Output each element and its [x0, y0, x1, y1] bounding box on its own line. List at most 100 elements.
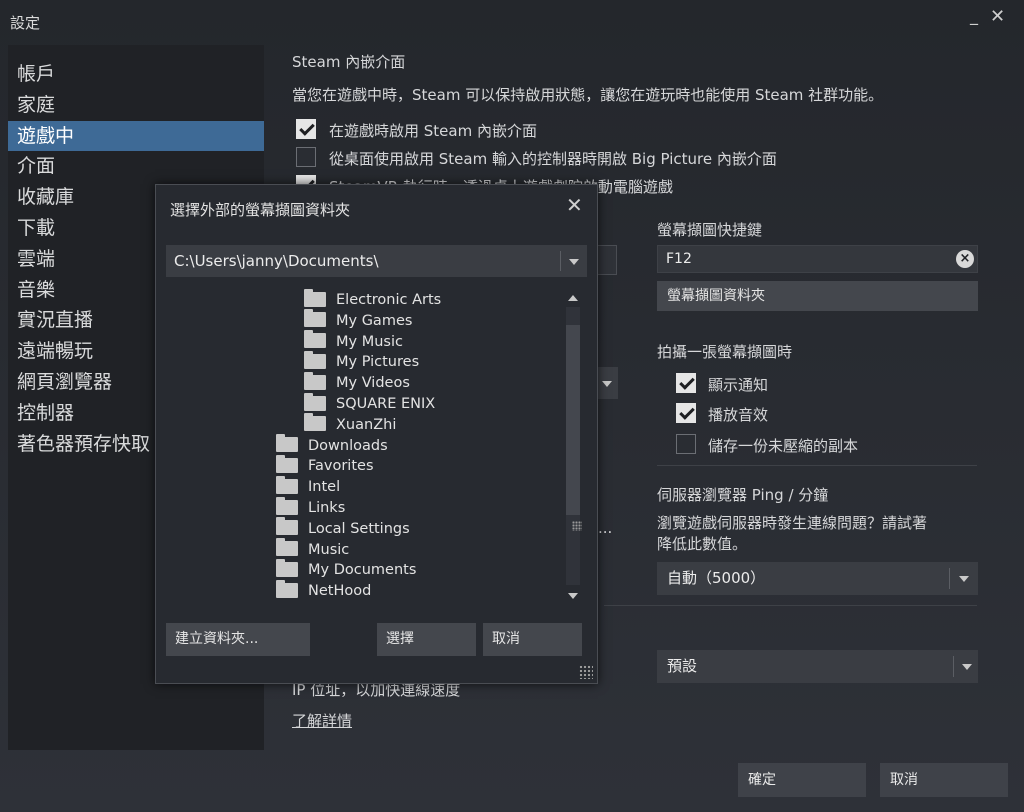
tree-item-label: My Games [336, 312, 413, 329]
tree-item[interactable]: Electronic Arts [304, 289, 442, 310]
path-dropdown[interactable]: C:\Users\janny\Documents\ [166, 245, 587, 277]
tree-item-label: Music [308, 541, 350, 558]
clear-icon[interactable]: × [956, 250, 974, 268]
tree-item-label: Favorites [308, 458, 374, 475]
close-icon[interactable]: ✕ [990, 8, 1010, 28]
tree-item[interactable]: XuanZhi [304, 413, 397, 435]
tree-item-label: Downloads [308, 437, 388, 454]
checkbox-notify-label: 顯示通知 [708, 376, 769, 394]
network-dropdown[interactable]: 預設 [657, 650, 978, 683]
tree-item-label: Electronic Arts [336, 292, 442, 308]
folder-icon [276, 579, 298, 598]
grip-icon [572, 521, 582, 531]
sidebar-item[interactable]: 介面 [8, 151, 264, 182]
tree-item[interactable]: Local Settings [276, 517, 410, 539]
tree-item[interactable]: My Videos [304, 371, 410, 393]
folder-icon [304, 350, 326, 369]
tree-item[interactable]: Downloads [276, 434, 388, 456]
sidebar-item[interactable]: 遊戲中 [8, 120, 264, 152]
tree-item-label: XuanZhi [336, 416, 397, 433]
hidden-input-edge[interactable] [598, 245, 617, 275]
when-screenshot-label: 拍攝一張螢幕擷圖時 [657, 343, 793, 361]
path-value: C:\Users\janny\Documents\ [174, 252, 379, 270]
server-ping-desc-2: 降低此數值。 [657, 535, 748, 553]
dialog-cancel-button[interactable]: 取消 [483, 623, 582, 656]
tree-item[interactable]: Links [276, 496, 346, 518]
tree-item-label: Intel [308, 479, 341, 496]
folder-icon [276, 454, 298, 473]
folder-icon [276, 434, 298, 453]
tree-item[interactable]: Music [276, 538, 350, 560]
tree-item[interactable]: My Games [304, 309, 413, 331]
folder-icon [304, 413, 326, 432]
tree-item-label: NetHood [308, 583, 372, 600]
chevron-down-icon [569, 259, 579, 265]
select-button[interactable]: 選擇 [377, 623, 476, 656]
tree-item-label: SQUARE ENIX [336, 396, 436, 412]
checkbox-overlay-label: 在遊戲時啟用 Steam 內嵌介面 [329, 122, 537, 140]
server-ping-desc-1: 瀏覽遊戲伺服器時發生連線問題？請試著 [657, 514, 928, 532]
tree-item[interactable]: Intel [276, 475, 341, 497]
checkbox-bigpicture[interactable] [296, 147, 316, 167]
tree-item-label: My Music [336, 333, 403, 350]
tree-item[interactable]: Favorites [276, 454, 374, 476]
folder-icon [304, 371, 326, 390]
learn-more-link[interactable]: 了解詳情 [292, 710, 352, 731]
chevron-down-icon [959, 576, 969, 582]
folder-icon [276, 558, 298, 577]
folder-icon [276, 517, 298, 536]
tree-item[interactable]: SQUARE ENIX [304, 392, 436, 414]
folder-icon [304, 309, 326, 328]
checkbox-notify[interactable] [676, 373, 696, 393]
overlay-heading: Steam 內嵌介面 [292, 53, 406, 71]
scroll-down-icon[interactable] [568, 593, 578, 599]
checkbox-uncompressed[interactable] [676, 434, 696, 454]
server-ping-dropdown[interactable]: 自動（5000） [657, 562, 978, 595]
ok-button[interactable]: 確定 [738, 763, 866, 797]
checkbox-uncompressed-label: 儲存一份未壓縮的副本 [708, 437, 859, 455]
server-ping-label: 伺服器瀏覽器 Ping / 分鐘 [657, 486, 829, 504]
scroll-thumb[interactable] [566, 325, 582, 531]
screenshot-hotkey-value: F12 [666, 251, 692, 267]
screenshot-hotkey-label: 螢幕擷圖快捷鍵 [657, 221, 763, 239]
screenshot-folder-button[interactable]: 螢幕擷圖資料夾 [657, 281, 978, 311]
folder-icon [276, 538, 298, 557]
sidebar-item[interactable]: 家庭 [8, 90, 264, 121]
window-title: 設定 [10, 14, 41, 32]
chevron-down-icon [962, 664, 972, 670]
dialog-title: 選擇外部的螢幕擷圖資料夾 [170, 201, 351, 219]
screenshot-hotkey-input[interactable]: F12 [657, 245, 978, 273]
tree-scrollbar[interactable] [563, 289, 583, 605]
truncated-text-ellipsis: ... [598, 519, 613, 537]
resize-grip-icon[interactable] [579, 665, 593, 679]
tree-item-label: Local Settings [308, 520, 410, 537]
folder-icon [276, 475, 298, 494]
new-folder-button[interactable]: 建立資料夾... [166, 623, 310, 656]
hidden-dropdown-edge[interactable] [598, 367, 618, 399]
server-ping-value: 自動（5000） [667, 569, 766, 587]
folder-icon [304, 289, 326, 307]
network-value: 預設 [667, 657, 698, 675]
divider-2 [604, 605, 977, 606]
tree-item[interactable]: My Music [304, 330, 403, 352]
checkbox-sound-label: 播放音效 [708, 406, 769, 424]
tree-item-label: My Documents [308, 562, 417, 579]
tree-item-label: Links [308, 500, 346, 516]
tree-item-label: My Pictures [336, 354, 420, 371]
scroll-up-icon[interactable] [568, 295, 578, 301]
tree-item[interactable]: My Documents [276, 558, 417, 580]
checkbox-sound[interactable] [676, 403, 696, 423]
sidebar-item[interactable]: 帳戶 [8, 59, 264, 90]
folder-icon [304, 330, 326, 349]
minimize-icon[interactable]: _ [970, 6, 988, 28]
chevron-down-icon [602, 381, 612, 387]
folder-icon [276, 496, 298, 515]
folder-tree: Electronic Arts My Games My Music My Pictur… [266, 289, 556, 604]
folder-picker-dialog: 選擇外部的螢幕擷圖資料夾 ✕ C:\Users\janny\Documents\… [155, 184, 598, 684]
cancel-button[interactable]: 取消 [880, 763, 1008, 797]
overlay-description: 當您在遊戲中時，Steam 可以保持啟用狀態，讓您在遊玩時也能使用 Steam … [292, 86, 884, 104]
tree-item[interactable]: My Pictures [304, 350, 420, 372]
checkbox-overlay[interactable] [296, 119, 316, 139]
tree-item[interactable]: NetHood [276, 579, 372, 601]
close-icon[interactable]: ✕ [566, 193, 588, 217]
